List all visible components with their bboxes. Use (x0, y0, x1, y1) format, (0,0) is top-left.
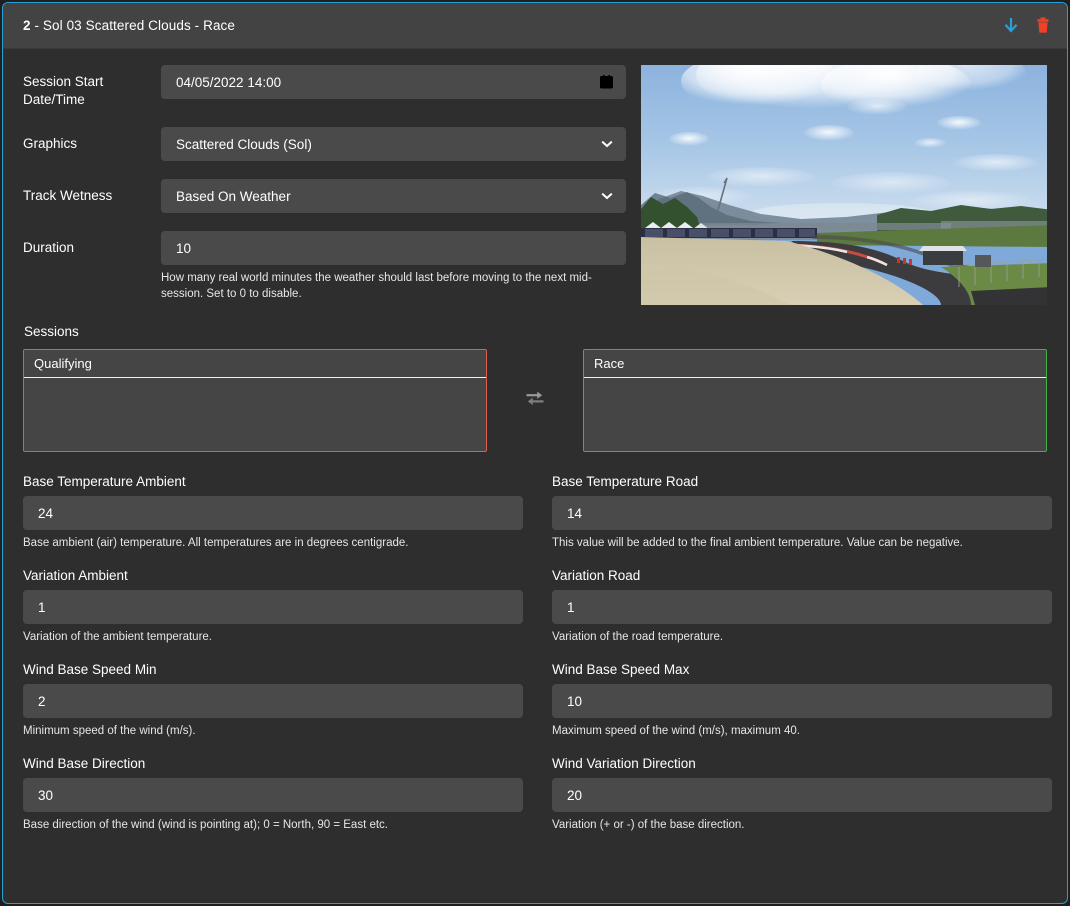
wind-base-speed-min-value: 2 (38, 693, 46, 709)
wind-variation-direction-label: Wind Variation Direction (552, 756, 696, 771)
track-wetness-label: Track Wetness (23, 188, 113, 203)
base-temperature-ambient-value: 24 (38, 505, 54, 521)
session-race-list[interactable] (584, 378, 1046, 451)
variation-road-input[interactable]: 1 (552, 590, 1052, 624)
graphics-label: Graphics (23, 136, 78, 151)
chevron-down-icon (601, 140, 613, 148)
field-base-temperature-road: Base Temperature Road 14 This value will… (552, 474, 1052, 551)
graphics-value: Scattered Clouds (Sol) (176, 136, 312, 152)
session-index: 2 (23, 18, 31, 33)
variation-ambient-help: Variation of the ambient temperature. (23, 631, 213, 643)
swap-wrap (487, 389, 583, 412)
session-qualifying-title: Qualifying (24, 350, 486, 378)
field-variation-ambient: Variation Ambient 1 Variation of the amb… (23, 568, 523, 645)
session-start-value: 04/05/2022 14:00 (176, 74, 282, 90)
field-wind-variation-direction: Wind Variation Direction 20 Variation (+… (552, 756, 1052, 833)
download-button[interactable] (1001, 15, 1021, 37)
session-box-qualifying[interactable]: Qualifying (23, 349, 487, 452)
wind-base-speed-max-help: Maximum speed of the wind (m/s), maximum… (552, 725, 800, 737)
card-header: 2 - Sol 03 Scattered Clouds - Race (3, 3, 1067, 49)
page-title: 2 - Sol 03 Scattered Clouds - Race (23, 18, 235, 33)
weather-parameters-grid: Base Temperature Ambient 24 Base ambient… (23, 474, 1052, 850)
calendar-icon[interactable] (600, 75, 613, 89)
field-graphics: Graphics Scattered Clouds (Sol) (23, 127, 626, 161)
field-variation-road: Variation Road 1 Variation of the road t… (552, 568, 1052, 645)
wind-base-speed-max-value: 10 (567, 693, 583, 709)
session-qualifying-list[interactable] (24, 378, 486, 451)
variation-ambient-label: Variation Ambient (23, 568, 128, 583)
wind-variation-direction-value: 20 (567, 787, 583, 803)
track-wetness-select[interactable]: Based On Weather (161, 179, 626, 213)
trash-icon (1037, 16, 1049, 33)
base-temperature-road-value: 14 (567, 505, 583, 521)
wind-base-speed-min-input[interactable]: 2 (23, 684, 523, 718)
wind-base-speed-max-input[interactable]: 10 (552, 684, 1052, 718)
wind-base-direction-input[interactable]: 30 (23, 778, 523, 812)
sessions-label: Sessions (24, 324, 79, 339)
weather-session-card: 2 - Sol 03 Scattered Clouds - Race Sessi… (2, 2, 1068, 904)
base-temperature-road-label: Base Temperature Road (552, 474, 699, 489)
base-temperature-road-input[interactable]: 14 (552, 496, 1052, 530)
base-temperature-ambient-help: Base ambient (air) temperature. All temp… (23, 537, 409, 549)
base-temperature-ambient-label: Base Temperature Ambient (23, 474, 186, 489)
card-body: Session Start Date/Time 04/05/2022 14:00 (3, 49, 1067, 903)
track-scene (641, 65, 1047, 305)
duration-label: Duration (23, 240, 75, 255)
base-temperature-ambient-input[interactable]: 24 (23, 496, 523, 530)
field-wind-base-speed-max: Wind Base Speed Max 10 Maximum speed of … (552, 662, 1052, 739)
wind-base-direction-value: 30 (38, 787, 54, 803)
top-region: Session Start Date/Time 04/05/2022 14:00 (23, 65, 1047, 320)
variation-ambient-value: 1 (38, 599, 46, 615)
wind-base-speed-min-help: Minimum speed of the wind (m/s). (23, 725, 196, 737)
duration-input[interactable]: 10 (161, 231, 626, 265)
field-session-start: Session Start Date/Time 04/05/2022 14:00 (23, 65, 626, 109)
variation-road-help: Variation of the road temperature. (552, 631, 724, 643)
variation-ambient-input[interactable]: 1 (23, 590, 523, 624)
session-start-label: Session Start Date/Time (23, 74, 104, 107)
track-wetness-value: Based On Weather (176, 188, 291, 204)
sessions-row: Qualifying Race (23, 349, 1047, 452)
exchange-arrows-icon[interactable] (524, 389, 546, 412)
duration-help: How many real world minutes the weather … (161, 272, 592, 300)
chevron-down-icon (601, 192, 613, 200)
field-duration: Duration 10 How many real world minutes … (23, 231, 626, 302)
weather-preview-image (641, 65, 1047, 305)
download-arrow-icon (1004, 17, 1018, 33)
session-box-race[interactable]: Race (583, 349, 1047, 452)
field-wind-base-speed-min: Wind Base Speed Min 2 Minimum speed of t… (23, 662, 523, 739)
wind-base-direction-label: Wind Base Direction (23, 756, 146, 771)
field-track-wetness: Track Wetness Based On Weather (23, 179, 626, 213)
wind-base-direction-help: Base direction of the wind (wind is poin… (23, 819, 389, 831)
base-temperature-road-help: This value will be added to the final am… (552, 537, 963, 549)
wind-base-speed-min-label: Wind Base Speed Min (23, 662, 157, 677)
wind-base-speed-max-label: Wind Base Speed Max (552, 662, 690, 677)
field-wind-base-direction: Wind Base Direction 30 Base direction of… (23, 756, 523, 833)
graphics-select[interactable]: Scattered Clouds (Sol) (161, 127, 626, 161)
duration-value: 10 (176, 240, 192, 256)
header-actions (1001, 15, 1053, 37)
wind-variation-direction-input[interactable]: 20 (552, 778, 1052, 812)
wind-variation-direction-help: Variation (+ or -) of the base direction… (552, 819, 745, 831)
field-base-temperature-ambient: Base Temperature Ambient 24 Base ambient… (23, 474, 523, 551)
variation-road-label: Variation Road (552, 568, 641, 583)
variation-road-value: 1 (567, 599, 575, 615)
top-form: Session Start Date/Time 04/05/2022 14:00 (23, 65, 626, 320)
delete-button[interactable] (1033, 15, 1053, 37)
session-race-title: Race (584, 350, 1046, 378)
session-title-text: - Sol 03 Scattered Clouds - Race (30, 18, 236, 33)
session-start-input[interactable]: 04/05/2022 14:00 (161, 65, 626, 99)
